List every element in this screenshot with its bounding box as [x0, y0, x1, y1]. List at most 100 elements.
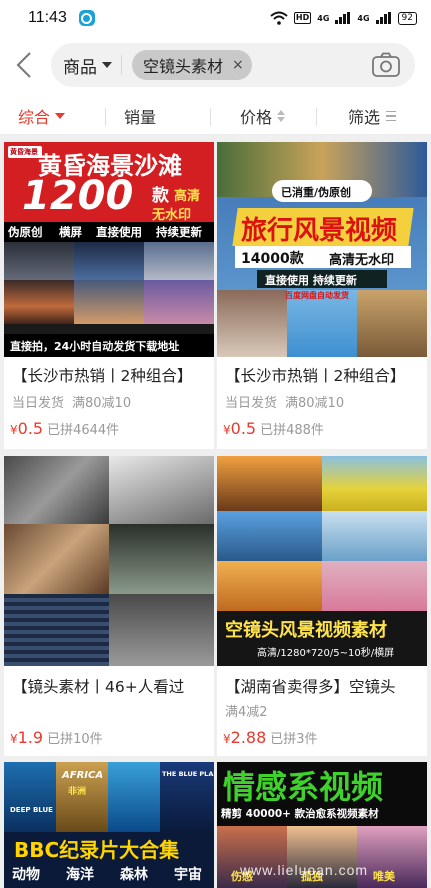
status-icons: HD 4G 4G 92: [270, 11, 417, 25]
poster-category: 海洋: [66, 867, 94, 883]
product-card[interactable]: AFRICA 非洲 DEEP BLUE THE BLUE PLANET BBC纪…: [4, 762, 214, 888]
price-value: 1.9: [17, 728, 44, 747]
tag: 满80减10: [72, 396, 132, 411]
poster-label: THE BLUE PLANET: [162, 770, 214, 778]
sold-count: 已拼10件: [47, 732, 103, 747]
sort-tab-sales[interactable]: 销量: [124, 104, 156, 128]
sold-count: 已拼4644件: [47, 423, 120, 438]
sort-bar: 综合 销量 价格 筛选: [0, 96, 431, 134]
camera-icon[interactable]: [371, 52, 401, 78]
divider: [105, 108, 106, 126]
product-image[interactable]: 空镜头风景视频素材 高清/1280*720/5~10秒/横屏: [217, 456, 427, 666]
poster-label: 非洲: [68, 787, 87, 797]
sort-tab-price[interactable]: 价格: [240, 104, 286, 128]
product-title[interactable]: 【镜头素材丨46+人看过: [12, 675, 184, 697]
poster-sub: 精剪 40000+ 款治愈系视频素材: [221, 808, 379, 820]
divider: [210, 108, 211, 126]
poster-features: 直接使用 持续更新: [265, 274, 357, 287]
product-card[interactable]: 空镜头风景视频素材 高清/1280*720/5~10秒/横屏 【湖南省卖得多】空…: [217, 456, 427, 756]
status-bar: 11:43 HD 4G 4G 92: [0, 0, 431, 36]
product-image[interactable]: [4, 456, 214, 666]
sort-tab-filter[interactable]: 筛选: [348, 104, 397, 128]
category-label: 商品: [63, 57, 97, 78]
chevron-down-icon: [102, 62, 112, 68]
category-dropdown[interactable]: 商品: [63, 53, 112, 78]
poster-headline: 情感系视频: [223, 768, 384, 806]
product-price: ¥2.88 已拼3件: [223, 728, 318, 747]
poster-quality: 高清: [174, 189, 201, 204]
poster-headline: 旅行风景视频: [241, 216, 398, 246]
tag: 满4减2: [225, 705, 268, 720]
divider: [121, 55, 122, 75]
poster-no-watermark: 无水印: [152, 208, 192, 223]
back-arrow-icon[interactable]: [12, 50, 38, 80]
search-chip-label: 空镜头素材: [143, 57, 224, 76]
poster-feature: 伪原创: [8, 225, 43, 239]
network-label-2: 4G: [357, 13, 370, 23]
sort-tab-comprehensive[interactable]: 综合: [18, 104, 66, 128]
search-header: 商品 空镜头素材 ×: [0, 36, 431, 96]
currency-symbol: ¥: [223, 732, 231, 746]
product-tags: 满4减2: [225, 701, 268, 720]
poster-category: 宇宙: [174, 867, 202, 883]
product-image[interactable]: AFRICA 非洲 DEEP BLUE THE BLUE PLANET BBC纪…: [4, 762, 214, 888]
product-image[interactable]: 已消重/伪原创 旅行风景视频 14000款 高清无水印 直接使用 持续更新 百度…: [217, 142, 427, 357]
sort-arrows-icon: [277, 110, 286, 122]
currency-symbol: ¥: [10, 732, 18, 746]
poster-spec: 高清/1280*720/5~10秒/横屏: [257, 648, 395, 659]
close-icon[interactable]: ×: [232, 57, 244, 73]
sort-tab-label: 价格: [240, 108, 273, 127]
product-card[interactable]: 黄昏海景 黄昏海景沙滩 1200 款 高清 无水印 伪原创 横屏 直接使用 持续…: [4, 142, 214, 449]
product-tags: 当日发货 满80减10: [12, 392, 131, 411]
product-price: ¥1.9 已拼10件: [10, 728, 103, 747]
price-value: 0.5: [230, 419, 257, 438]
poster-label: AFRICA: [62, 770, 104, 781]
poster-feature: 横屏: [59, 225, 82, 239]
poster-category: 森林: [120, 867, 148, 883]
divider: [316, 108, 317, 126]
product-image[interactable]: 黄昏海景 黄昏海景沙滩 1200 款 高清 无水印 伪原创 横屏 直接使用 持续…: [4, 142, 214, 357]
search-box[interactable]: 商品 空镜头素材 ×: [51, 43, 415, 87]
poster-footer: 直接拍，24小时自动发货下载地址: [10, 340, 180, 353]
product-title[interactable]: 【湖南省卖得多】空镜头: [225, 675, 396, 697]
wifi-icon: [270, 11, 288, 25]
watermark: www.lieluoan.com: [240, 862, 369, 878]
battery-icon: 92: [397, 11, 417, 25]
product-card[interactable]: 已消重/伪原创 旅行风景视频 14000款 高清无水印 直接使用 持续更新 百度…: [217, 142, 427, 449]
filter-icon: [386, 110, 397, 122]
product-price: ¥0.5 已拼488件: [223, 419, 324, 438]
currency-symbol: ¥: [223, 423, 231, 437]
network-label-1: 4G: [317, 13, 330, 23]
poster-headline: 空镜头风景视频素材: [225, 620, 387, 641]
poster-label: DEEP BLUE: [10, 806, 53, 814]
signal-icon-2: [375, 12, 392, 24]
poster-quality: 高清无水印: [329, 253, 395, 268]
poster-feature: 持续更新: [156, 225, 202, 239]
poster-count: 1200: [22, 173, 134, 219]
sort-tab-label: 筛选: [348, 108, 381, 127]
status-time: 11:43: [28, 9, 67, 26]
sold-count: 已拼488件: [260, 423, 324, 438]
poster-headline: BBC纪录片大合集: [14, 838, 180, 862]
signal-icon: [335, 12, 351, 24]
currency-symbol: ¥: [10, 423, 18, 437]
poster-badge: 已消重/伪原创: [281, 186, 352, 199]
product-card[interactable]: 【镜头素材丨46+人看过 ¥1.9 已拼10件: [4, 456, 214, 756]
poster-count: 14000款: [241, 251, 304, 267]
caret-down-icon: [55, 113, 66, 119]
product-title[interactable]: 【长沙市热销丨2种组合】: [12, 364, 192, 386]
sold-count: 已拼3件: [270, 732, 318, 747]
price-value: 0.5: [17, 419, 44, 438]
tag: 当日发货: [225, 396, 278, 411]
product-title[interactable]: 【长沙市热销丨2种组合】: [225, 364, 405, 386]
tag: 满80减10: [285, 396, 345, 411]
app-notification-icon: [78, 10, 95, 26]
poster-note: 百度网盘自动发货: [285, 291, 349, 300]
product-price: ¥0.5 已拼4644件: [10, 419, 119, 438]
product-tags: 当日发货 满80减10: [225, 392, 344, 411]
price-value: 2.88: [230, 728, 267, 747]
poster-unit: 款: [152, 186, 169, 206]
sort-tab-label: 销量: [124, 108, 157, 127]
hd-icon: HD: [293, 12, 312, 24]
search-chip[interactable]: 空镜头素材 ×: [132, 50, 252, 80]
